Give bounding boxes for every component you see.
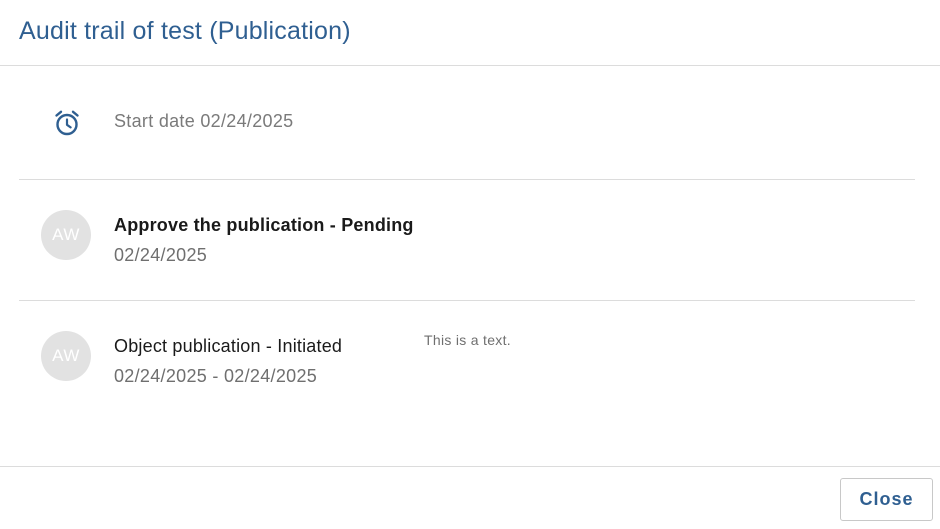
start-date-text: Start date 02/24/2025 <box>114 111 294 131</box>
audit-trail-list: Start date 02/24/2025 AW Approve the pub… <box>19 67 915 422</box>
step-date: 02/24/2025 - 02/24/2025 <box>114 366 318 386</box>
dialog-header: Audit trail of test (Publication) <box>0 0 940 66</box>
audit-trail-dialog: Audit trail of test (Publication) Start … <box>0 0 940 529</box>
trail-step-row: AW Object publication - Initiated 02/24/… <box>19 301 915 422</box>
avatar: AW <box>41 331 91 381</box>
close-button[interactable]: Close <box>840 478 933 521</box>
avatar: AW <box>41 210 91 260</box>
trail-step-row: AW Approve the publication - Pending 02/… <box>19 180 915 301</box>
step-date: 02/24/2025 <box>114 245 208 265</box>
step-title: Object publication - Initiated <box>114 336 343 356</box>
step-comment: This is a text. <box>424 332 511 348</box>
step-title: Approve the publication - Pending <box>114 215 414 235</box>
alarm-clock-icon <box>52 108 82 138</box>
start-date-row: Start date 02/24/2025 <box>19 67 915 180</box>
dialog-title: Audit trail of test (Publication) <box>19 17 351 45</box>
dialog-footer: Close <box>0 466 940 529</box>
